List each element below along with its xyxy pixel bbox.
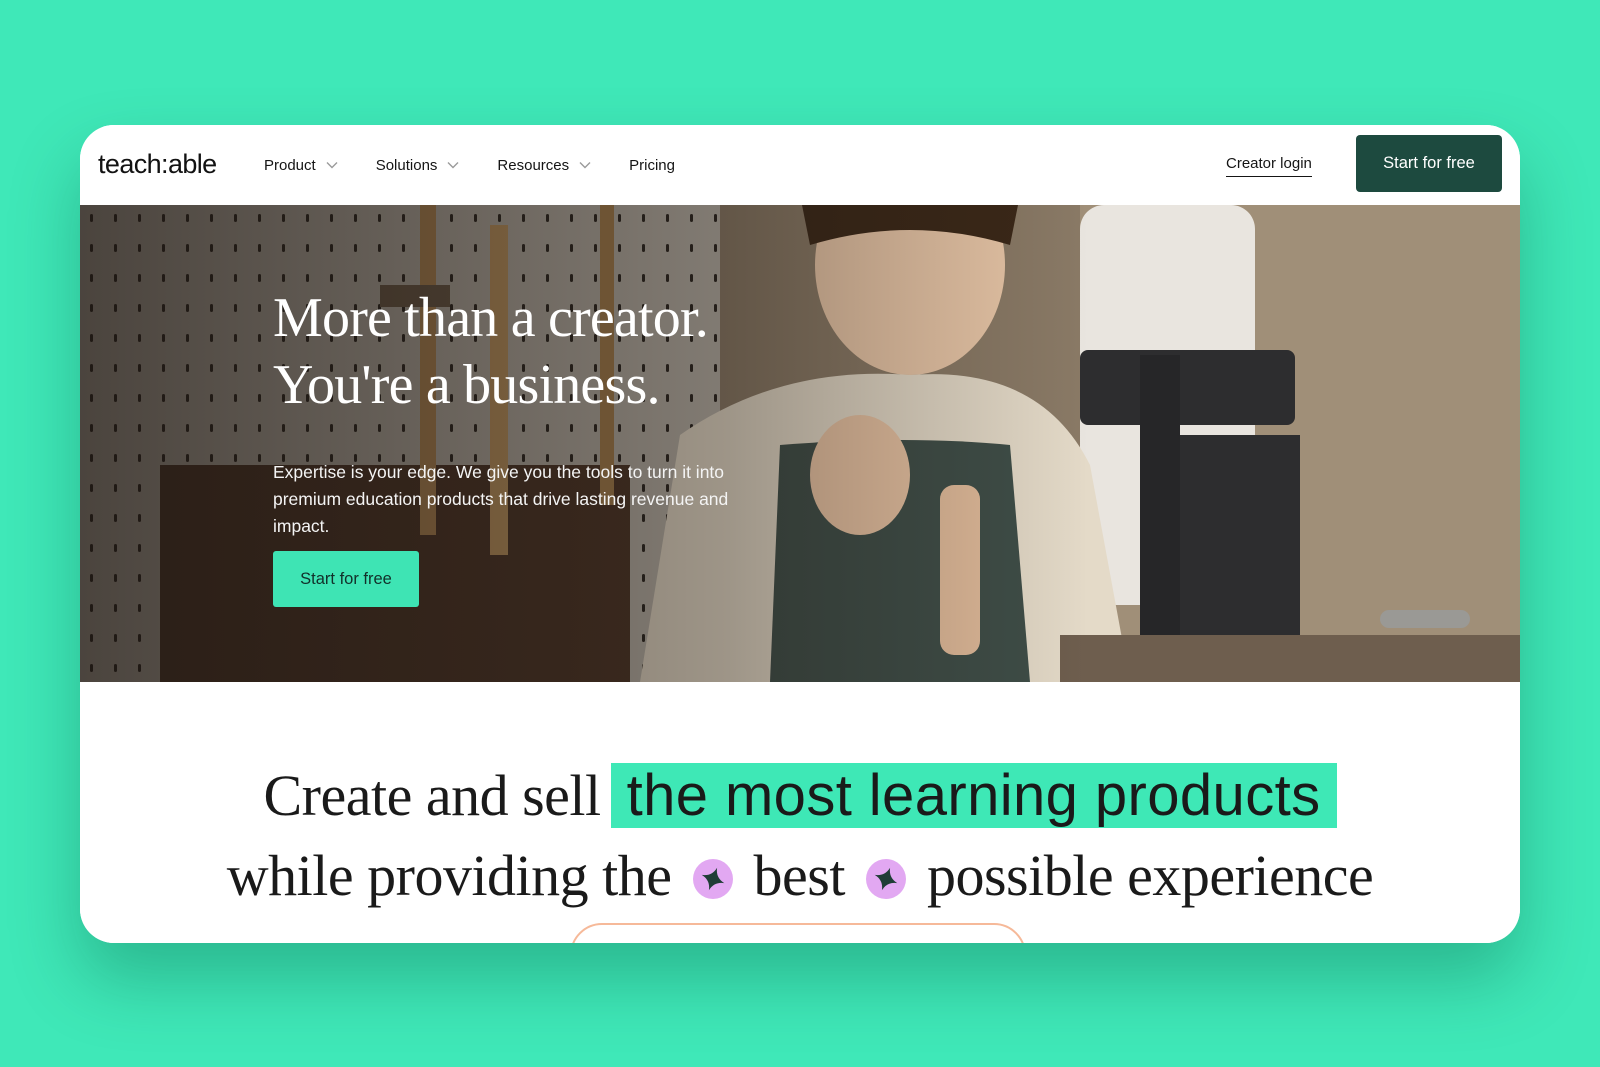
chevron-down-icon (326, 162, 338, 169)
menu-item-solutions[interactable]: Solutions (376, 157, 460, 174)
tagline-line2-a: while providing the (226, 843, 672, 908)
hero-subtitle: Expertise is your edge. We give you the … (273, 462, 729, 536)
hero-copy: More than a creator. You're a business. … (273, 285, 753, 540)
menu-item-label: Solutions (375, 156, 438, 174)
sparkle-icon (865, 858, 906, 899)
menu-item-label: Resources (497, 156, 570, 174)
chevron-down-icon (579, 162, 591, 169)
cut-off-pill-element (570, 923, 1026, 943)
sparkle-icon (692, 858, 733, 899)
hero-start-for-free-button[interactable]: Start for free (273, 551, 419, 607)
tagline-line2-c: possible experience (926, 843, 1374, 908)
logo[interactable]: teach:able (98, 149, 217, 180)
hero-section: More than a creator. You're a business. … (80, 205, 1520, 682)
menu-item-label: Pricing (629, 156, 675, 174)
top-nav: teach:able Product Solutions Resources P… (80, 125, 1520, 205)
tagline-section: Create and sell the most learning product… (80, 682, 1520, 943)
tagline-line-1: Create and sell the most learning product… (80, 754, 1520, 838)
tagline-line2-b: best (753, 843, 846, 908)
chevron-down-icon (447, 162, 459, 169)
tagline-prefix: Create and sell (263, 763, 601, 828)
tagline-highlight: the most learning products (610, 763, 1337, 828)
tagline-line-2: while providing the best possible experi… (80, 839, 1520, 913)
menu-item-resources[interactable]: Resources (497, 157, 591, 174)
menu-item-pricing[interactable]: Pricing (629, 157, 675, 174)
menu-item-label: Product (264, 156, 316, 174)
menu-item-product[interactable]: Product (264, 157, 338, 174)
hero-title-line-2: You're a business. (273, 354, 660, 416)
browser-frame: teach:able Product Solutions Resources P… (80, 125, 1520, 943)
creator-login-link[interactable]: Creator login (1226, 155, 1312, 177)
start-for-free-button[interactable]: Start for free (1356, 135, 1502, 192)
main-menu: Product Solutions Resources Pricing (264, 125, 713, 205)
hero-title-line-1: More than a creator. (273, 287, 709, 349)
hero-title: More than a creator. You're a business. (273, 285, 753, 419)
